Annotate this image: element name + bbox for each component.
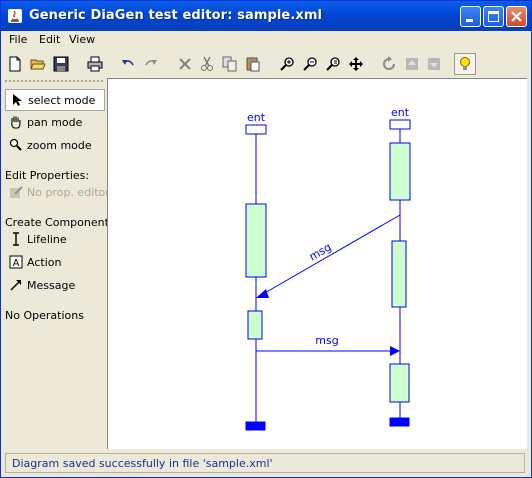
lifeline-2-head[interactable] [389, 119, 411, 130]
palette-separator [5, 80, 103, 82]
delete-icon [179, 58, 191, 70]
status-bar: Diagram saved successfully in file 'samp… [5, 453, 525, 473]
copy-button[interactable] [220, 54, 240, 74]
window-title: Generic DiaGen test editor: sample.xml [29, 8, 323, 23]
zoom-fit-button[interactable] [323, 54, 343, 74]
minimize-icon [466, 19, 473, 22]
create-lifeline-button[interactable]: Lifeline [5, 229, 105, 251]
lifeline-icon [13, 232, 19, 246]
select-mode-button[interactable]: select mode [5, 89, 105, 111]
create-message-button[interactable]: Message [5, 275, 105, 297]
menu-edit[interactable]: Edit [39, 33, 60, 46]
lifeline-1-activation-2[interactable] [247, 310, 263, 340]
send-back-button[interactable] [424, 54, 444, 74]
create-components-heading: Create Components: [5, 216, 119, 229]
minimize-button[interactable] [460, 6, 481, 27]
delete-button[interactable] [175, 54, 195, 74]
zoom-mode-label: zoom mode [27, 139, 92, 152]
bring-front-button[interactable] [402, 54, 422, 74]
message-1-label[interactable]: msg [307, 240, 334, 263]
menu-bar: File Edit View [1, 31, 531, 49]
edit-properties-heading: Edit Properties: [5, 169, 90, 182]
lifeline-2-activation-3[interactable] [389, 363, 410, 403]
save-icon [53, 56, 69, 72]
save-button[interactable] [51, 54, 71, 74]
toolbar [1, 51, 531, 77]
action-label: Action [27, 256, 62, 269]
message-2-arrowhead [390, 346, 400, 356]
maximize-icon [488, 11, 499, 22]
tool-palette: select mode pan mode zoom mode Edit Prop… [1, 78, 118, 449]
refresh-button[interactable] [379, 54, 399, 74]
lifeline-2-activation-1[interactable] [389, 142, 411, 201]
close-button[interactable] [506, 6, 527, 27]
redo-icon [145, 60, 157, 66]
bring-front-icon [406, 58, 418, 70]
zoom-out-button[interactable] [300, 54, 320, 74]
open-button[interactable] [28, 54, 48, 74]
no-prop-editor-label: No prop. editor [27, 186, 110, 199]
message-2-label[interactable]: msg [315, 334, 338, 347]
no-operations-label: No Operations [5, 309, 84, 322]
paste-button[interactable] [243, 54, 263, 74]
hand-icon [11, 116, 21, 129]
paste-icon [246, 57, 260, 72]
magnifier-icon [9, 138, 22, 151]
lifeline-1-end[interactable] [245, 421, 266, 431]
cut-button[interactable] [197, 54, 217, 74]
print-icon [87, 56, 103, 72]
hint-bulb-icon [460, 57, 470, 70]
pan-mode-button[interactable]: pan mode [5, 112, 105, 134]
arrow-cursor-icon [13, 94, 22, 106]
create-action-button[interactable]: A Action [5, 252, 105, 274]
zoom-in-icon [280, 57, 294, 71]
zoom-in-button[interactable] [277, 54, 297, 74]
menu-view[interactable]: View [69, 33, 95, 46]
lifeline-2-activation-2[interactable] [391, 240, 407, 308]
zoom-fit-icon [326, 57, 340, 71]
lifeline-2-end[interactable] [389, 417, 410, 427]
diagram-canvas[interactable]: ent ent msg msg [107, 78, 527, 449]
editor-window: Generic DiaGen test editor: sample.xml F… [0, 0, 532, 478]
open-icon [30, 59, 46, 70]
message-label: Message [27, 279, 76, 292]
send-back-icon [428, 58, 440, 70]
maximize-button[interactable] [483, 6, 504, 27]
new-icon [9, 56, 21, 72]
java-app-icon [8, 9, 22, 23]
svg-text:A: A [13, 258, 20, 269]
close-icon [511, 11, 522, 22]
zoom-out-icon [303, 57, 317, 71]
title-bar[interactable]: Generic DiaGen test editor: sample.xml [1, 1, 531, 31]
move-button[interactable] [346, 54, 366, 74]
undo-icon [122, 60, 134, 66]
no-prop-editor-button: No prop. editor [5, 182, 110, 204]
refresh-icon [383, 56, 395, 70]
lifeline-1-activation-1[interactable] [245, 203, 267, 278]
move-icon [349, 57, 363, 71]
lifeline-2-label: ent [391, 106, 410, 119]
status-message: Diagram saved successfully in file 'samp… [12, 457, 273, 470]
sequence-diagram[interactable]: ent ent msg msg [108, 79, 528, 450]
zoom-mode-button[interactable]: zoom mode [5, 135, 105, 157]
message-arrow-icon [10, 280, 21, 291]
print-button[interactable] [85, 54, 105, 74]
pan-mode-label: pan mode [27, 116, 83, 129]
message-1-line[interactable] [262, 214, 401, 295]
lifeline-1-label: ent [247, 111, 266, 124]
lifeline-1-head[interactable] [245, 124, 267, 135]
new-button[interactable] [5, 54, 25, 74]
redo-button[interactable] [141, 54, 161, 74]
prop-editor-icon [10, 186, 23, 198]
action-icon: A [9, 255, 23, 269]
copy-icon [222, 56, 237, 72]
hint-toggle-button[interactable] [454, 53, 476, 75]
cut-icon [201, 56, 213, 71]
lifeline-label: Lifeline [27, 233, 67, 246]
message-1-arrowhead [256, 289, 269, 298]
undo-button[interactable] [118, 54, 138, 74]
select-mode-label: select mode [28, 94, 96, 107]
menu-file[interactable]: File [9, 33, 27, 46]
